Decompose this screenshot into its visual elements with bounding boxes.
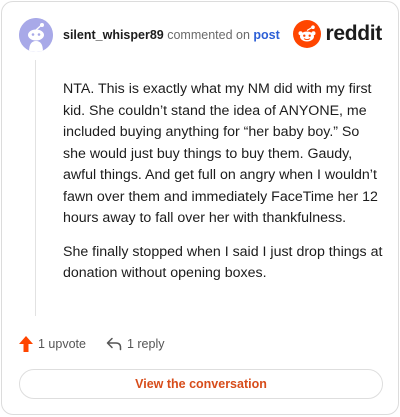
reply-button[interactable]: 1 reply (106, 337, 165, 351)
post-link[interactable]: post (253, 28, 279, 42)
upvote-arrow-icon (19, 336, 33, 352)
comment-actions: 1 upvote 1 reply (19, 336, 165, 352)
upvote-count: 1 upvote (38, 337, 86, 351)
view-conversation-button[interactable]: View the conversation (19, 369, 383, 399)
user-avatar[interactable] (19, 18, 53, 52)
reddit-brand[interactable]: reddit (293, 20, 382, 48)
comment-card: silent_whisper89 commented on post reddi… (1, 1, 399, 415)
comment-header: silent_whisper89 commented on post (19, 18, 280, 52)
brand-name: reddit (325, 22, 382, 45)
comment-paragraph: NTA. This is exactly what my NM did with… (63, 81, 378, 226)
username[interactable]: silent_whisper89 (63, 28, 164, 42)
commented-on-text: commented on (167, 28, 250, 42)
reddit-logo-icon (293, 20, 322, 48)
upvote-button[interactable]: 1 upvote (19, 336, 86, 352)
thread-line[interactable] (35, 60, 36, 316)
comment-paragraph: She finally stopped when I said I just d… (63, 243, 383, 282)
snoo-avatar-icon (19, 18, 53, 52)
reply-arrow-icon (106, 337, 122, 351)
comment-body: NTA. This is exactly what my NM did with… (63, 79, 383, 297)
comment-meta: silent_whisper89 commented on post (63, 28, 280, 42)
reply-count: 1 reply (126, 337, 165, 351)
